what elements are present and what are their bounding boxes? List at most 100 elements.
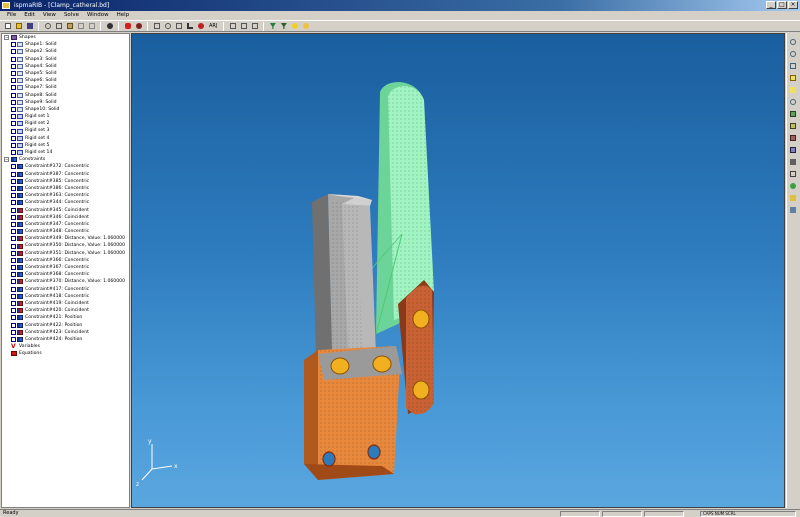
menu-view[interactable]: View bbox=[39, 11, 60, 20]
menu-file[interactable]: File bbox=[3, 11, 20, 20]
dimension-button[interactable] bbox=[250, 22, 259, 31]
visibility-checkbox[interactable] bbox=[11, 279, 16, 285]
tree-node-constraint[interactable]: Constraint#351: Distance, Value: 1.06000… bbox=[2, 250, 129, 257]
angle-button[interactable] bbox=[185, 22, 194, 31]
menu-help[interactable]: Help bbox=[113, 11, 134, 20]
help-context-button[interactable] bbox=[301, 22, 310, 31]
tree-node-constraint[interactable]: Constraint#421: Position bbox=[2, 314, 129, 321]
visibility-checkbox[interactable] bbox=[11, 99, 16, 105]
tree-node-variables[interactable]: V Variables bbox=[2, 343, 129, 350]
cut-button[interactable] bbox=[43, 22, 52, 31]
tree-node-constraint[interactable]: Constraint#349: Distance, Value: 1.06000… bbox=[2, 235, 129, 242]
tree-node-shape[interactable]: Shape10: Solid bbox=[2, 106, 129, 113]
tree-node-rigid-set[interactable]: Rigid set 1 bbox=[2, 113, 129, 120]
point-button[interactable] bbox=[196, 22, 205, 31]
tree-node-constraint[interactable]: Constraint#419: Coincident bbox=[2, 300, 129, 307]
visibility-checkbox[interactable] bbox=[11, 71, 16, 77]
view-front-button[interactable] bbox=[789, 109, 798, 118]
tree-node-constraint[interactable]: Constraint#344: Concentric bbox=[2, 199, 129, 206]
wireframe-button[interactable] bbox=[789, 169, 798, 178]
collapse-icon[interactable]: − bbox=[4, 35, 9, 41]
menu-window[interactable]: Window bbox=[83, 11, 113, 20]
tree-node-constraint[interactable]: Constraint#345: Coincident bbox=[2, 207, 129, 214]
tree-node-constraint[interactable]: Constraint#366: Concentric bbox=[2, 257, 129, 264]
tree-node-constraint[interactable]: Constraint#385: Concentric bbox=[2, 178, 129, 185]
visibility-checkbox[interactable] bbox=[11, 142, 16, 148]
tree-node-constraint[interactable]: Constraint#418: Concentric bbox=[2, 293, 129, 300]
tree-node-constraint[interactable]: Constraint#424: Position bbox=[2, 336, 129, 343]
visibility-checkbox[interactable] bbox=[11, 92, 16, 98]
copy-button[interactable] bbox=[54, 22, 63, 31]
visibility-checkbox[interactable] bbox=[11, 229, 16, 235]
paste-button[interactable] bbox=[65, 22, 74, 31]
menu-edit[interactable]: Edit bbox=[20, 11, 39, 20]
tree-node-rigid-set[interactable]: Rigid set 5 bbox=[2, 142, 129, 149]
tree-node-shape[interactable]: Shape2: Solid bbox=[2, 48, 129, 55]
visibility-checkbox[interactable] bbox=[11, 243, 16, 249]
tree-node-constraint[interactable]: Constraint#348: Concentric bbox=[2, 228, 129, 235]
fit-view-button[interactable] bbox=[789, 73, 798, 82]
rotate-button[interactable] bbox=[789, 97, 798, 106]
render-button[interactable] bbox=[789, 181, 798, 190]
visibility-checkbox[interactable] bbox=[11, 236, 16, 242]
visibility-checkbox[interactable] bbox=[11, 336, 16, 342]
joint-button[interactable] bbox=[163, 22, 172, 31]
visibility-checkbox[interactable] bbox=[11, 286, 16, 292]
tree-node-shape[interactable]: Shape5: Solid bbox=[2, 70, 129, 77]
fix-button[interactable] bbox=[174, 22, 183, 31]
tree-node-shape[interactable]: Shape1: Solid bbox=[2, 41, 129, 48]
shade-button[interactable] bbox=[789, 157, 798, 166]
visibility-checkbox[interactable] bbox=[11, 42, 16, 48]
tree-node-constraint[interactable]: Constraint#422: Position bbox=[2, 322, 129, 329]
tree-node-rigid-set[interactable]: Rigid set 14 bbox=[2, 149, 129, 156]
zoom-in-button[interactable] bbox=[789, 37, 798, 46]
close-button[interactable]: × bbox=[788, 1, 798, 9]
link-button[interactable] bbox=[152, 22, 161, 31]
visibility-checkbox[interactable] bbox=[11, 63, 16, 69]
shape-red-button[interactable] bbox=[123, 22, 132, 31]
visibility-checkbox[interactable] bbox=[11, 322, 16, 328]
visibility-checkbox[interactable] bbox=[11, 186, 16, 192]
visibility-checkbox[interactable] bbox=[11, 128, 16, 134]
visibility-checkbox[interactable] bbox=[11, 272, 16, 278]
tree-node-constraint[interactable]: Constraint#367: Concentric bbox=[2, 264, 129, 271]
visibility-checkbox[interactable] bbox=[11, 49, 16, 55]
tree-node-constraint[interactable]: Constraint#387: Concentric bbox=[2, 171, 129, 178]
tree-node-constraint[interactable]: Constraint#350: Distance, Value: 1.06000… bbox=[2, 242, 129, 249]
visibility-checkbox[interactable] bbox=[11, 308, 16, 314]
tree-node-shape[interactable]: Shape3: Solid bbox=[2, 56, 129, 63]
new-file-button[interactable] bbox=[3, 22, 12, 31]
tree-node-constraint[interactable]: Constraint#363: Concentric bbox=[2, 192, 129, 199]
visibility-checkbox[interactable] bbox=[11, 200, 16, 206]
delete-button[interactable] bbox=[228, 22, 237, 31]
visibility-checkbox[interactable] bbox=[11, 150, 16, 156]
tree-node-shape[interactable]: Shape6: Solid bbox=[2, 77, 129, 84]
model-tree-panel[interactable]: − Shapes Shape1: Solid Shape2: Solid Shape… bbox=[1, 33, 130, 508]
tree-node-shape[interactable]: Shape7: Solid bbox=[2, 84, 129, 91]
tree-node-constraint[interactable]: Constraint#420: Coincident bbox=[2, 307, 129, 314]
shape-dark-button[interactable] bbox=[134, 22, 143, 31]
visibility-checkbox[interactable] bbox=[11, 135, 16, 141]
save-button[interactable] bbox=[25, 22, 34, 31]
3d-viewport[interactable]: y x z bbox=[131, 33, 785, 508]
zoom-window-button[interactable] bbox=[789, 61, 798, 70]
visibility-checkbox[interactable] bbox=[11, 164, 16, 170]
tree-node-constraint[interactable]: Constraint#370: Distance, Value: 1.06000… bbox=[2, 278, 129, 285]
visibility-checkbox[interactable] bbox=[11, 315, 16, 321]
tree-node-constraint[interactable]: Constraint#386: Concentric bbox=[2, 185, 129, 192]
zoom-out-button[interactable] bbox=[789, 49, 798, 58]
open-file-button[interactable] bbox=[14, 22, 23, 31]
visibility-checkbox[interactable] bbox=[11, 301, 16, 307]
section-button[interactable] bbox=[789, 205, 798, 214]
solve-button[interactable] bbox=[239, 22, 248, 31]
pan-button[interactable] bbox=[789, 85, 798, 94]
visibility-checkbox[interactable] bbox=[11, 221, 16, 227]
visibility-checkbox[interactable] bbox=[11, 56, 16, 62]
filter-button[interactable] bbox=[268, 22, 277, 31]
tree-node-rigid-set[interactable]: Rigid set 4 bbox=[2, 135, 129, 142]
arj-button[interactable]: ARJ bbox=[207, 23, 219, 29]
visibility-checkbox[interactable] bbox=[11, 265, 16, 271]
visibility-checkbox[interactable] bbox=[11, 171, 16, 177]
filter-alt-button[interactable] bbox=[279, 22, 288, 31]
visibility-checkbox[interactable] bbox=[11, 257, 16, 263]
